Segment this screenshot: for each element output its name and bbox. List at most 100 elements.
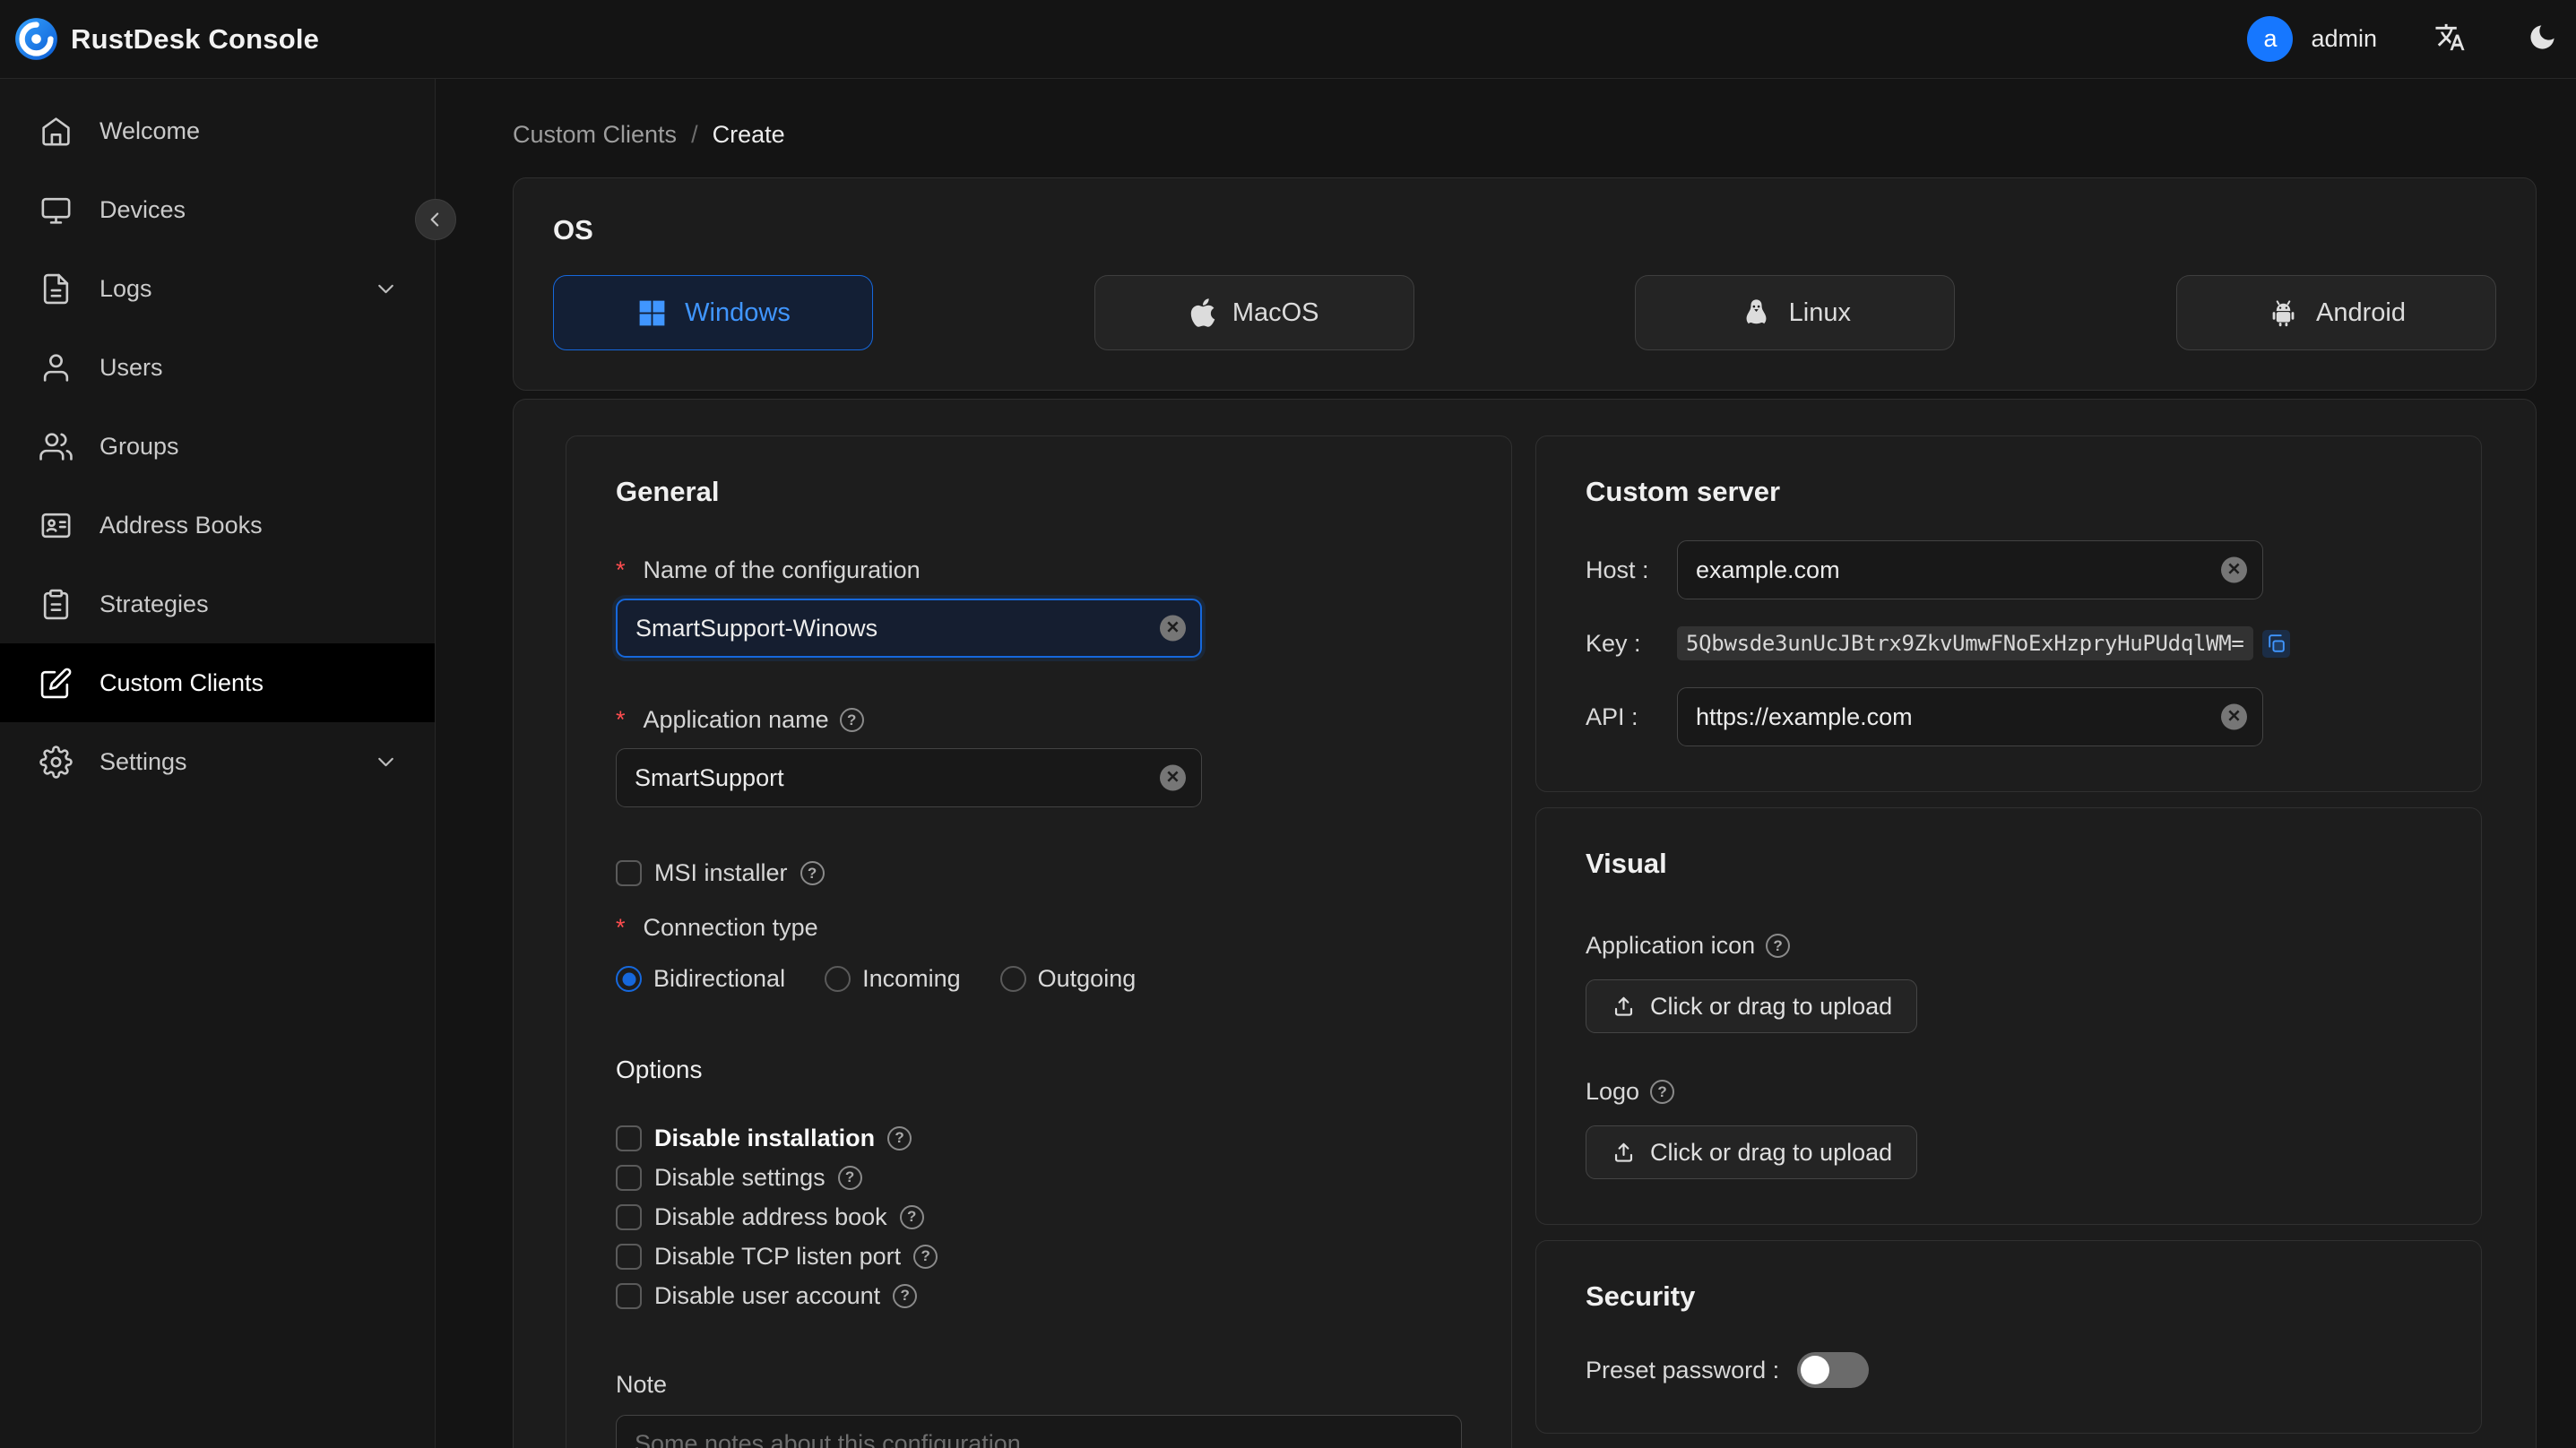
radio-icon — [825, 966, 851, 992]
logo-label-text: Logo — [1586, 1078, 1640, 1105]
user-name: admin — [2311, 25, 2377, 52]
radio-icon — [999, 966, 1026, 992]
sidebar-item-label: Strategies — [99, 590, 209, 617]
os-option-android[interactable]: Android — [2175, 275, 2496, 350]
checkbox[interactable] — [616, 1203, 642, 1230]
note-label: Note — [616, 1371, 668, 1398]
checkbox[interactable] — [616, 1282, 642, 1309]
sidebar-item-strategies[interactable]: Strategies — [0, 565, 435, 643]
app-name-label: Application name ? — [616, 706, 1462, 734]
connection-type-group: Bidirectional Incoming Outgoing — [616, 965, 1462, 993]
help-icon[interactable]: ? — [893, 1283, 918, 1308]
preset-password-label: Preset password : — [1586, 1356, 1780, 1383]
copy-icon[interactable] — [2261, 629, 2290, 658]
windows-icon — [639, 300, 665, 325]
toggle-knob — [1801, 1356, 1830, 1384]
help-icon[interactable]: ? — [800, 861, 825, 885]
help-icon[interactable]: ? — [839, 708, 864, 732]
name-input[interactable] — [616, 599, 1202, 658]
os-option-windows[interactable]: Windows — [553, 275, 873, 350]
key-label: Key : — [1586, 629, 1641, 657]
clear-icon[interactable]: ✕ — [2221, 703, 2247, 730]
help-icon[interactable]: ? — [887, 1125, 912, 1151]
breadcrumb-current: Create — [712, 121, 785, 148]
translate-icon — [2435, 23, 2465, 50]
msi-installer-label: MSI installer — [654, 859, 788, 886]
api-input-wrap: ✕ — [1677, 687, 2263, 746]
sidebar-item-logs[interactable]: Logs — [0, 249, 435, 328]
preset-password-row: Preset password : — [1586, 1352, 2432, 1388]
user-icon — [43, 353, 69, 382]
sidebar-item-users[interactable]: Users — [0, 328, 435, 407]
header: RustDesk Console a admin — [0, 0, 2576, 79]
right-column: Custom server Host : ✕ Key : 5Qbwsde3unU… — [1535, 435, 2482, 1434]
general-panel: General Name of the configuration ✕ Appl… — [566, 435, 1512, 1448]
help-icon[interactable]: ? — [913, 1244, 938, 1269]
clear-icon[interactable]: ✕ — [1160, 764, 1186, 791]
host-label: Host : — [1586, 556, 1649, 583]
breadcrumb-parent[interactable]: Custom Clients — [513, 116, 677, 152]
note-textarea[interactable] — [616, 1415, 1462, 1448]
options-title: Options — [616, 1056, 703, 1083]
radio-label: Bidirectional — [653, 965, 786, 992]
app-name-label-text: Application name — [643, 706, 829, 733]
name-label: Name of the configuration — [616, 556, 1462, 584]
os-option-linux[interactable]: Linux — [1635, 275, 1956, 350]
radio-incoming[interactable]: Incoming — [825, 965, 961, 993]
logo-upload-button[interactable]: Click or drag to upload — [1586, 1125, 1918, 1179]
help-icon[interactable]: ? — [1650, 1080, 1675, 1104]
application-icon-label-text: Application icon — [1586, 932, 1756, 959]
theme-toggle-button[interactable] — [2527, 22, 2558, 57]
os-option-label: Android — [2315, 297, 2406, 327]
os-option-label: Windows — [685, 297, 791, 327]
connection-type-label: Connection type — [616, 914, 1462, 942]
key-row: Key : 5Qbwsde3unUcJBtrx9ZkvUmwFNoExHzpry… — [1586, 626, 2432, 660]
preset-password-toggle[interactable] — [1797, 1352, 1870, 1388]
home-icon — [42, 116, 70, 145]
avatar[interactable]: a — [2247, 16, 2294, 62]
language-button[interactable] — [2434, 22, 2466, 57]
api-label: API : — [1586, 702, 1638, 730]
checkbox[interactable] — [616, 1164, 642, 1191]
radio-outgoing[interactable]: Outgoing — [999, 965, 1136, 993]
api-row: API : ✕ — [1586, 687, 2432, 746]
checkbox[interactable] — [616, 1243, 642, 1270]
options-list: Disable installation ? Disable settings … — [616, 1118, 1462, 1315]
sidebar-item-label: Settings — [99, 747, 187, 775]
upload-button-label: Click or drag to upload — [1650, 992, 1893, 1020]
general-title: General — [616, 476, 720, 507]
sidebar-item-groups[interactable]: Groups — [0, 407, 435, 486]
breadcrumb: Custom Clients / Create — [513, 116, 2537, 152]
app-name-input-wrap: ✕ — [616, 748, 1202, 807]
sidebar-item-address-books[interactable]: Address Books — [0, 486, 435, 565]
android-icon — [2272, 299, 2295, 326]
sidebar-item-devices[interactable]: Devices — [0, 170, 435, 249]
sidebar-item-welcome[interactable]: Welcome — [0, 91, 435, 170]
radio-bidirectional[interactable]: Bidirectional — [616, 965, 785, 993]
sidebar-item-custom-clients[interactable]: Custom Clients — [0, 643, 435, 722]
upload-button-label: Click or drag to upload — [1650, 1138, 1893, 1166]
configuration-card: General Name of the configuration ✕ Appl… — [513, 399, 2537, 1448]
clear-icon[interactable]: ✕ — [2221, 556, 2247, 583]
sidebar-collapse-button[interactable] — [415, 199, 456, 240]
logo-label: Logo ? — [1586, 1078, 2432, 1106]
help-icon[interactable]: ? — [837, 1165, 862, 1190]
option-disable-settings: Disable settings ? — [616, 1158, 1462, 1197]
api-input[interactable] — [1677, 687, 2263, 746]
host-input[interactable] — [1677, 540, 2263, 599]
app-name-input[interactable] — [616, 748, 1202, 807]
sidebar-item-settings[interactable]: Settings — [0, 722, 435, 801]
os-card: OS Windows MacOS Linux Android — [513, 177, 2537, 391]
checkbox-label: Disable address book — [654, 1202, 887, 1230]
breadcrumb-separator: / — [691, 121, 698, 148]
os-option-macos[interactable]: MacOS — [1094, 275, 1414, 350]
clear-icon[interactable]: ✕ — [1160, 615, 1186, 642]
option-disable-user-account: Disable user account ? — [616, 1276, 1462, 1315]
main-content: Custom Clients / Create OS Windows MacOS… — [436, 79, 2576, 1448]
application-icon-upload-button[interactable]: Click or drag to upload — [1586, 979, 1918, 1033]
rustdesk-logo-icon — [15, 18, 57, 60]
help-icon[interactable]: ? — [1766, 934, 1791, 958]
msi-installer-checkbox[interactable] — [616, 860, 642, 886]
help-icon[interactable]: ? — [899, 1204, 924, 1229]
checkbox[interactable] — [616, 1125, 642, 1151]
